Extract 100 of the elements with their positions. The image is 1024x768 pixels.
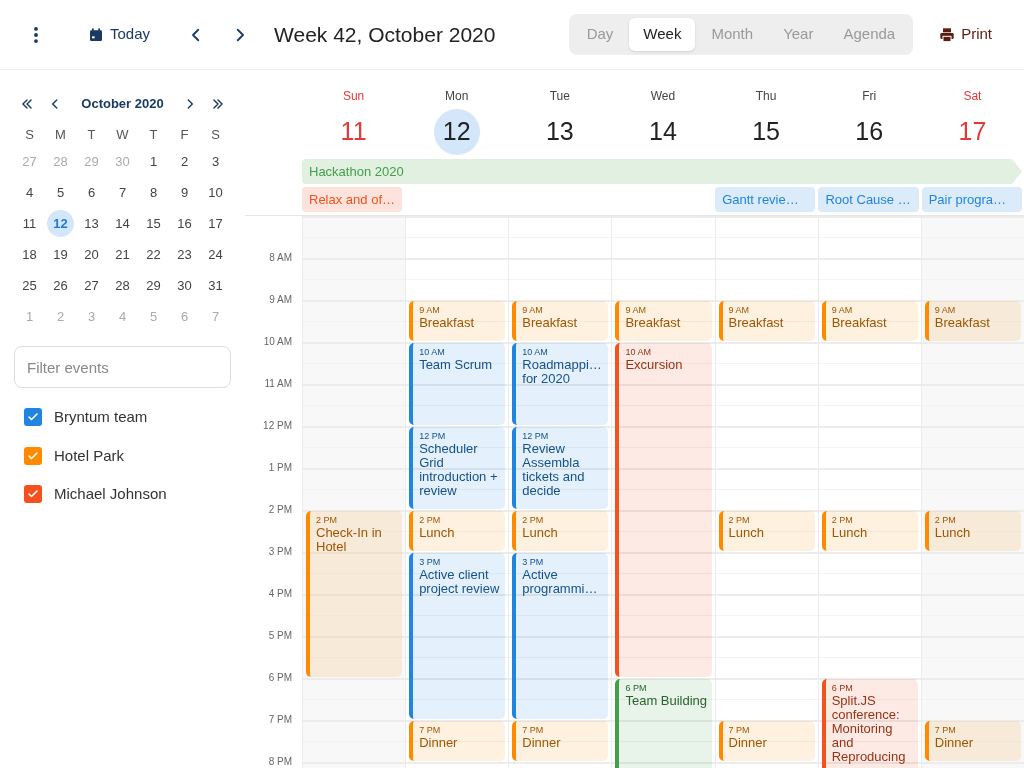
event-time: 10 AM bbox=[419, 347, 446, 357]
hour-label: 3 PM bbox=[268, 547, 292, 557]
event-title: Roadmappi… for 2020 bbox=[522, 358, 603, 386]
event-time: 9 AM bbox=[831, 305, 854, 315]
event-card[interactable]: 2 PM Lunch bbox=[924, 511, 1021, 551]
event-card[interactable]: 9 AM Breakfast bbox=[512, 301, 609, 341]
event-card[interactable]: 7 PM Dinner bbox=[512, 721, 609, 761]
event-card[interactable]: 2 PM Lunch bbox=[512, 511, 609, 551]
event-card[interactable]: 12 PM Scheduler Grid introduction + review bbox=[409, 427, 506, 509]
event-card[interactable]: 3 PM Active programmi… bbox=[512, 553, 609, 719]
event-title: Active programmi… bbox=[522, 568, 599, 596]
day-number[interactable]: 15 bbox=[743, 109, 790, 155]
day-number[interactable]: 16 bbox=[846, 109, 893, 155]
date-cell[interactable]: 29 bbox=[140, 272, 167, 299]
event-card[interactable]: 10 AM Roadmappi… for 2020 bbox=[512, 343, 609, 425]
date-cell[interactable]: 27 bbox=[78, 272, 105, 299]
date-cell[interactable]: 9 bbox=[171, 179, 198, 206]
event-card[interactable]: 9 AM Breakfast bbox=[615, 301, 712, 341]
date-cell[interactable]: 7 bbox=[109, 179, 136, 206]
event-time: 2 PM bbox=[728, 515, 751, 525]
filter-field[interactable]: Filter events bbox=[14, 346, 231, 388]
date-cell[interactable]: 1 bbox=[140, 148, 167, 175]
event-card[interactable]: 9 AM Breakfast bbox=[409, 301, 506, 341]
date-cell[interactable]: 8 bbox=[140, 179, 167, 206]
date-cell[interactable]: 19 bbox=[47, 241, 74, 268]
event-time: 3 PM bbox=[419, 557, 442, 567]
day-number[interactable]: 14 bbox=[640, 109, 686, 155]
view-tab[interactable]: Week bbox=[629, 18, 696, 51]
date-cell[interactable]: 20 bbox=[78, 241, 105, 268]
weekday-label: F bbox=[179, 126, 190, 145]
event-card[interactable]: 12 PM Review Assembla tickets and decide bbox=[512, 427, 609, 509]
checkbox[interactable] bbox=[24, 485, 42, 504]
event-title: Dinner bbox=[728, 736, 768, 750]
event-time: 12 PM bbox=[522, 431, 550, 441]
event-time: 3 PM bbox=[522, 557, 545, 567]
day-name: Mon bbox=[445, 88, 469, 105]
event-title: Active client project review bbox=[419, 568, 501, 596]
event-time: 7 PM bbox=[419, 725, 442, 735]
calendar-label: Hotel Park bbox=[54, 445, 125, 466]
date-cell[interactable]: 13 bbox=[78, 210, 105, 237]
date-cell[interactable]: 4 bbox=[16, 179, 43, 206]
date-cell[interactable]: 10 bbox=[202, 179, 229, 206]
date-cell[interactable]: 15 bbox=[140, 210, 167, 237]
event-card[interactable]: 9 AM Breakfast bbox=[718, 301, 815, 341]
date-cell[interactable]: 22 bbox=[140, 241, 167, 268]
event-card[interactable]: 7 PM Dinner bbox=[409, 721, 506, 761]
date-cell[interactable]: 30 bbox=[171, 272, 198, 299]
event-card[interactable]: 2 PM Lunch bbox=[718, 511, 815, 551]
weekday-label: W bbox=[115, 126, 130, 145]
date-cell[interactable]: 16 bbox=[171, 210, 198, 237]
checkbox[interactable] bbox=[24, 446, 42, 465]
event-time: 10 AM bbox=[625, 347, 652, 357]
event-card[interactable]: 6 PM Split.JS conference: Monitoring and Reproducing bbox=[821, 679, 918, 768]
event-title: Scheduler Grid introduction + review bbox=[419, 442, 499, 498]
weekday-label: S bbox=[24, 126, 35, 145]
event-card[interactable]: 3 PM Active client project review bbox=[409, 553, 506, 719]
hour-label: 9 AM bbox=[269, 295, 292, 305]
date-cell[interactable]: 3 bbox=[202, 148, 229, 175]
event-title: Review Assembla tickets and decide bbox=[522, 442, 586, 498]
date-cell[interactable]: 5 bbox=[47, 179, 74, 206]
event-card[interactable]: 6 PM Team Building bbox=[615, 679, 712, 768]
day-number[interactable]: 12 bbox=[433, 109, 480, 155]
event-card[interactable]: 7 PM Dinner bbox=[924, 721, 1021, 761]
event-card[interactable]: 2 PM Lunch bbox=[409, 511, 506, 551]
hour-label: 1 PM bbox=[268, 463, 292, 473]
event-title: Split.JS conference: Monitoring and Reproducing bbox=[831, 694, 907, 764]
day-number[interactable]: 17 bbox=[949, 109, 996, 155]
date-cell[interactable]: 31 bbox=[202, 272, 229, 299]
date-cell[interactable]: 23 bbox=[171, 241, 198, 268]
event-card[interactable]: 10 AM Excursion bbox=[615, 343, 712, 677]
day-number[interactable]: 11 bbox=[330, 109, 377, 155]
print-button[interactable]: Print bbox=[931, 19, 1000, 50]
date-cell[interactable]: 28 bbox=[109, 272, 136, 299]
date-cell[interactable]: 18 bbox=[16, 241, 43, 268]
date-cell[interactable]: 26 bbox=[47, 272, 74, 299]
event-card[interactable]: 7 PM Dinner bbox=[718, 721, 815, 761]
event-card[interactable]: 2 PM Lunch bbox=[821, 511, 918, 551]
event-time: 9 AM bbox=[625, 305, 647, 315]
event-card[interactable]: 9 AM Breakfast bbox=[924, 301, 1021, 341]
date-cell[interactable]: 6 bbox=[78, 179, 105, 206]
calendar-label: Michael Johnson bbox=[54, 484, 167, 504]
date-cell[interactable]: 14 bbox=[109, 210, 136, 237]
today-button[interactable]: Today bbox=[84, 19, 155, 50]
month-title: October 2020 bbox=[81, 95, 164, 114]
date-cell[interactable]: 2 bbox=[171, 148, 198, 175]
event-title: Lunch bbox=[522, 526, 559, 540]
hour-label: 2 PM bbox=[268, 505, 292, 515]
date-cell[interactable]: 24 bbox=[202, 241, 229, 268]
event-card[interactable]: 2 PM Check-In in Hotel bbox=[306, 511, 403, 677]
date-cell[interactable]: 17 bbox=[202, 210, 229, 237]
event-card[interactable]: 9 AM Breakfast bbox=[821, 301, 918, 341]
weekday-label: M bbox=[54, 126, 67, 145]
date-cell[interactable]: 11 bbox=[16, 210, 43, 237]
checkbox[interactable] bbox=[24, 408, 42, 427]
day-name: Wed bbox=[650, 88, 676, 105]
date-cell[interactable]: 21 bbox=[109, 241, 136, 268]
day-number[interactable]: 13 bbox=[536, 109, 583, 155]
date-cell[interactable]: 25 bbox=[16, 272, 43, 299]
event-card[interactable]: 10 AM Team Scrum bbox=[409, 343, 506, 425]
event-title: Excursion bbox=[625, 358, 684, 372]
